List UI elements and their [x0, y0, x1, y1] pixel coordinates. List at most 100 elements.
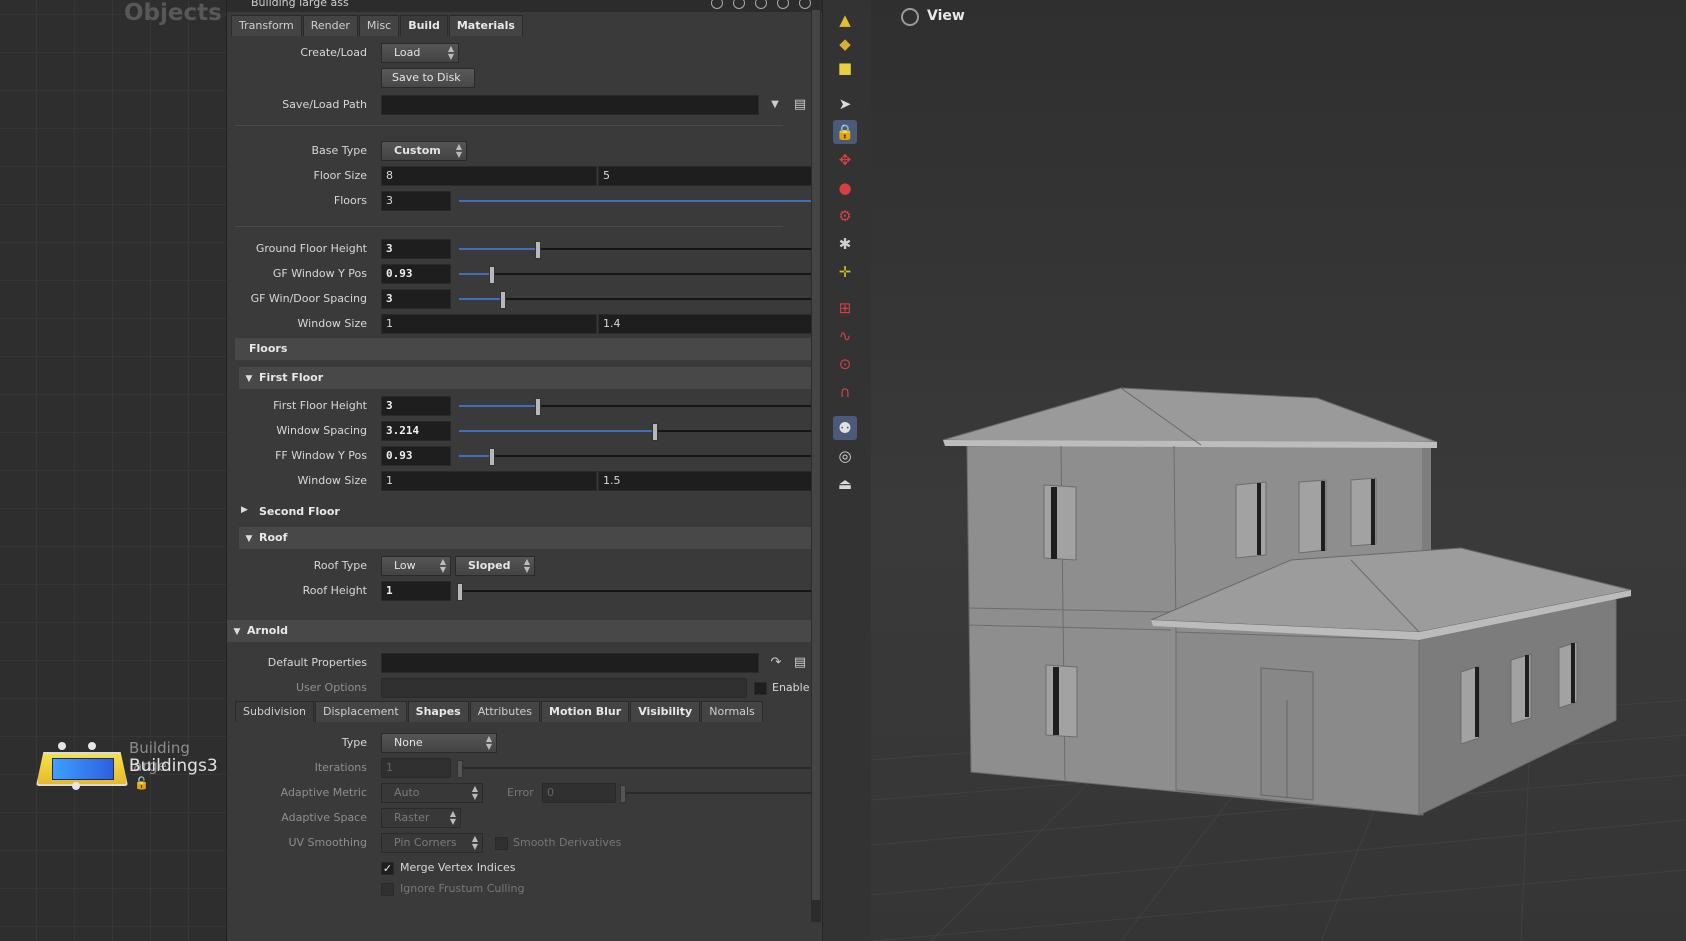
slider-handle[interactable]	[457, 583, 463, 601]
arnold-folder[interactable]: ▼ Arnold	[227, 620, 813, 642]
tab-render[interactable]: Render	[302, 15, 358, 36]
ff-window-size-y-input[interactable]: 1.5	[598, 471, 816, 491]
node-input-dot[interactable]	[58, 742, 66, 750]
gf-window-size-y-input[interactable]: 1.4	[598, 314, 816, 334]
display-ghost-icon[interactable]: ◆	[833, 32, 857, 56]
tab-transform[interactable]: Transform	[231, 15, 302, 36]
floors-slider[interactable]	[459, 193, 818, 211]
refresh-icon[interactable]: ↷	[769, 656, 783, 670]
slider-handle[interactable]	[488, 448, 495, 466]
file-browse-icon[interactable]: ▤	[793, 98, 807, 112]
lock-icon[interactable]: 🔓	[134, 776, 149, 790]
adaptive-metric-menu[interactable]: Auto ▲ ▼	[381, 783, 483, 803]
subdiv-type-menu[interactable]: None ▲ ▼	[381, 733, 497, 753]
search-icon[interactable]	[755, 0, 767, 9]
caret-down-icon[interactable]: ▼	[227, 621, 247, 643]
snap-grid-icon[interactable]: ⊞	[833, 296, 857, 320]
help-icon[interactable]	[777, 0, 789, 9]
slider-handle[interactable]	[535, 241, 542, 259]
slider-handle[interactable]	[499, 291, 506, 309]
handle-tool-icon[interactable]: ✱	[833, 232, 857, 256]
tab-normals[interactable]: Normals	[701, 701, 763, 722]
roof-folder[interactable]: ▼ Roof	[239, 527, 813, 549]
second-floor-folder[interactable]: ▶ Second Floor	[227, 502, 823, 520]
axis-gizmo-icon[interactable]: ✛	[833, 260, 857, 284]
first-floor-folder[interactable]: ▼ First Floor	[239, 367, 813, 389]
gf-window-y-input[interactable]: 0.93	[381, 264, 451, 284]
file-browse-icon[interactable]: ▤	[793, 656, 807, 670]
window-spacing-slider[interactable]	[459, 423, 814, 441]
floors-input[interactable]: 3	[381, 191, 451, 211]
network-pane[interactable]: Objects 🔓 Building large Buildings3	[0, 0, 226, 941]
gf-spacing-input[interactable]: 3	[381, 289, 451, 309]
node-name-label[interactable]: Buildings3	[129, 756, 218, 776]
tab-materials[interactable]: Materials	[448, 15, 523, 36]
smooth-derivatives-checkbox[interactable]	[495, 837, 508, 850]
roof-height-input[interactable]: 1	[381, 581, 451, 601]
tab-displacement[interactable]: Displacement	[315, 701, 407, 722]
snap-curve-icon[interactable]: ∿	[833, 324, 857, 348]
window-spacing-input[interactable]: 3.214	[381, 421, 451, 441]
iterations-input[interactable]: 1	[381, 758, 451, 778]
scene-view-icon[interactable]: ◎	[833, 444, 857, 468]
floor-size-y-input[interactable]: 5	[598, 166, 816, 186]
display-shaded-icon[interactable]: ▲	[833, 8, 857, 32]
tab-motion-blur[interactable]: Motion Blur	[541, 701, 630, 722]
merge-vertex-checkbox[interactable]: ✓	[381, 862, 394, 875]
lock-icon[interactable]: 🔒	[833, 120, 857, 144]
base-type-menu[interactable]: Custom ▲ ▼	[381, 141, 467, 161]
tab-misc[interactable]: Misc	[358, 15, 400, 36]
view-pan-icon[interactable]: ✥	[833, 148, 857, 172]
node-input-dot[interactable]	[88, 742, 96, 750]
tab-build[interactable]: Build	[400, 15, 448, 36]
magnet-icon[interactable]: ∩	[833, 380, 857, 404]
caret-down-icon[interactable]: ▼	[239, 368, 259, 390]
node-body[interactable]	[36, 752, 128, 786]
slider-handle[interactable]	[488, 266, 495, 284]
history-icon[interactable]	[733, 0, 745, 9]
parameter-scrollbar[interactable]	[811, 10, 821, 922]
user-options-input[interactable]	[381, 678, 747, 698]
gf-window-size-x-input[interactable]: 1	[381, 314, 597, 334]
error-input[interactable]: 0	[542, 783, 616, 803]
first-floor-height-slider[interactable]	[459, 398, 814, 416]
view-zoom-icon[interactable]: ⚙	[833, 204, 857, 228]
ground-floor-height-slider[interactable]	[459, 241, 814, 259]
ff-window-y-input[interactable]: 0.93	[381, 446, 451, 466]
view-rotate-icon[interactable]: ●	[833, 176, 857, 200]
caret-right-icon[interactable]: ▶	[241, 505, 248, 515]
tab-visibility[interactable]: Visibility	[630, 701, 701, 722]
floors-folder[interactable]: Floors	[235, 338, 813, 360]
tab-subdivision[interactable]: Subdivision	[235, 701, 315, 722]
slider-handle[interactable]	[535, 398, 542, 416]
ff-window-y-slider[interactable]	[459, 448, 814, 466]
save-path-input[interactable]	[381, 95, 759, 115]
roof-type-menu[interactable]: Low ▲ ▼	[381, 556, 451, 576]
gf-spacing-slider[interactable]	[459, 291, 814, 309]
default-properties-input[interactable]	[381, 653, 759, 673]
enable-checkbox[interactable]	[754, 682, 767, 695]
info-icon[interactable]	[799, 0, 811, 9]
adaptive-space-menu[interactable]: Raster ▲ ▼	[381, 808, 461, 828]
iterations-slider[interactable]	[457, 760, 814, 778]
roof-height-slider[interactable]	[457, 583, 814, 601]
node-output-dot[interactable]	[72, 782, 80, 790]
chevron-down-icon[interactable]: ▼	[768, 98, 782, 112]
render-region-icon[interactable]: ⏏	[833, 472, 857, 496]
uv-smoothing-menu[interactable]: Pin Corners ▲ ▼	[381, 833, 483, 853]
building-node[interactable]: 🔓	[36, 742, 149, 790]
slider-handle[interactable]	[620, 785, 626, 803]
select-arrow-icon[interactable]: ➤	[833, 92, 857, 116]
tab-shapes[interactable]: Shapes	[407, 701, 469, 722]
slider-handle[interactable]	[652, 423, 659, 441]
error-slider[interactable]	[620, 785, 814, 803]
gear-icon[interactable]	[711, 0, 723, 9]
camera-icon[interactable]: ⚉	[833, 416, 857, 440]
first-floor-height-input[interactable]: 3	[381, 396, 451, 416]
viewport-3d[interactable]: View	[871, 0, 1686, 941]
floor-size-x-input[interactable]: 8	[381, 166, 597, 186]
display-selected-icon[interactable]: ■	[833, 56, 857, 80]
save-to-disk-button[interactable]: Save to Disk	[381, 68, 475, 88]
slider-handle[interactable]	[457, 760, 463, 778]
gf-window-y-slider[interactable]	[459, 266, 814, 284]
